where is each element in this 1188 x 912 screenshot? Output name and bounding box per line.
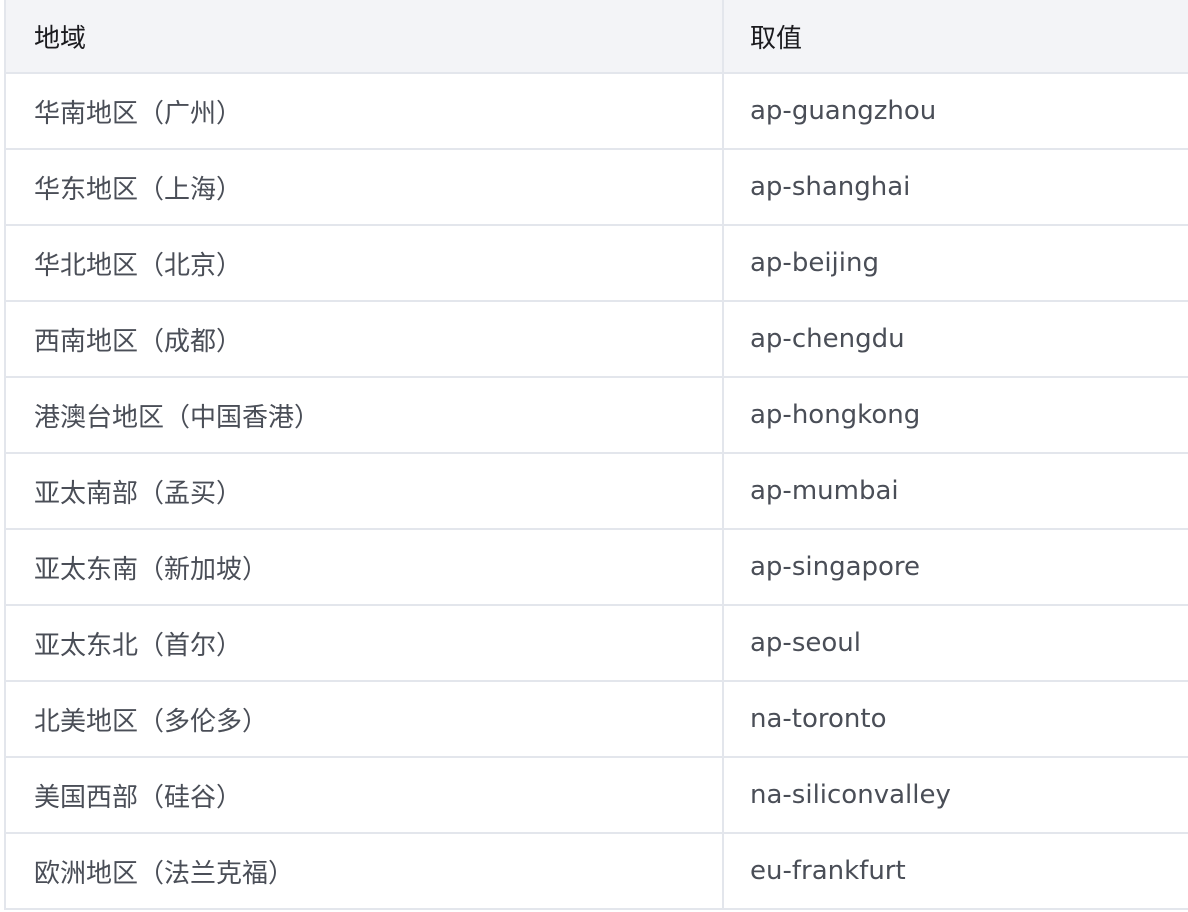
table-row: 亚太东北（首尔） ap-seoul [6, 606, 1188, 682]
region-value-cell: ap-singapore [750, 552, 921, 582]
region-name-cell: 亚太南部（孟买） [6, 454, 724, 528]
region-name-cell: 美国西部（硅谷） [6, 758, 724, 832]
table-header-row: 地域 取值 [6, 0, 1188, 74]
table-row: 华南地区（广州） ap-guangzhou [6, 74, 1188, 150]
region-value-cell: ap-guangzhou [750, 96, 937, 126]
region-name-cell: 西南地区（成都） [6, 302, 724, 376]
table-row: 北美地区（多伦多） na-toronto [6, 682, 1188, 758]
table-row: 欧洲地区（法兰克福） eu-frankfurt [6, 834, 1188, 910]
region-value-cell: ap-beijing [750, 248, 879, 278]
region-name-cell: 华东地区（上海） [6, 150, 724, 224]
region-name-cell: 北美地区（多伦多） [6, 682, 724, 756]
region-value-cell: ap-shanghai [750, 172, 911, 202]
column-header-value: 取值 [750, 23, 803, 54]
table-row: 西南地区（成都） ap-chengdu [6, 302, 1188, 378]
table-row: 华北地区（北京） ap-beijing [6, 226, 1188, 302]
region-value-cell: ap-seoul [750, 628, 861, 658]
region-name-cell: 华南地区（广州） [6, 74, 724, 148]
region-name-cell: 欧洲地区（法兰克福） [6, 834, 724, 908]
region-value-cell: eu-frankfurt [750, 856, 906, 886]
region-value-cell: ap-chengdu [750, 324, 905, 354]
table-row: 美国西部（硅谷） na-siliconvalley [6, 758, 1188, 834]
table-row: 亚太东南（新加坡） ap-singapore [6, 530, 1188, 606]
region-name-cell: 亚太东南（新加坡） [6, 530, 724, 604]
region-name-cell: 港澳台地区（中国香港） [6, 378, 724, 452]
column-header-region: 地域 [6, 0, 724, 72]
region-value-cell: na-siliconvalley [750, 780, 951, 810]
table-body: 华南地区（广州） ap-guangzhou 华东地区（上海） ap-shanghai 华… [6, 74, 1188, 910]
region-value-cell: ap-hongkong [750, 400, 921, 430]
region-value-cell: ap-mumbai [750, 476, 899, 506]
table-row: 华东地区（上海） ap-shanghai [6, 150, 1188, 226]
table-row: 港澳台地区（中国香港） ap-hongkong [6, 378, 1188, 454]
region-value-cell: na-toronto [750, 704, 887, 734]
region-name-cell: 亚太东北（首尔） [6, 606, 724, 680]
region-table: 地域 取值 华南地区（广州） ap-guangzhou 华东地区（上海） ap-sha… [4, 0, 1188, 910]
region-name-cell: 华北地区（北京） [6, 226, 724, 300]
table-row: 亚太南部（孟买） ap-mumbai [6, 454, 1188, 530]
